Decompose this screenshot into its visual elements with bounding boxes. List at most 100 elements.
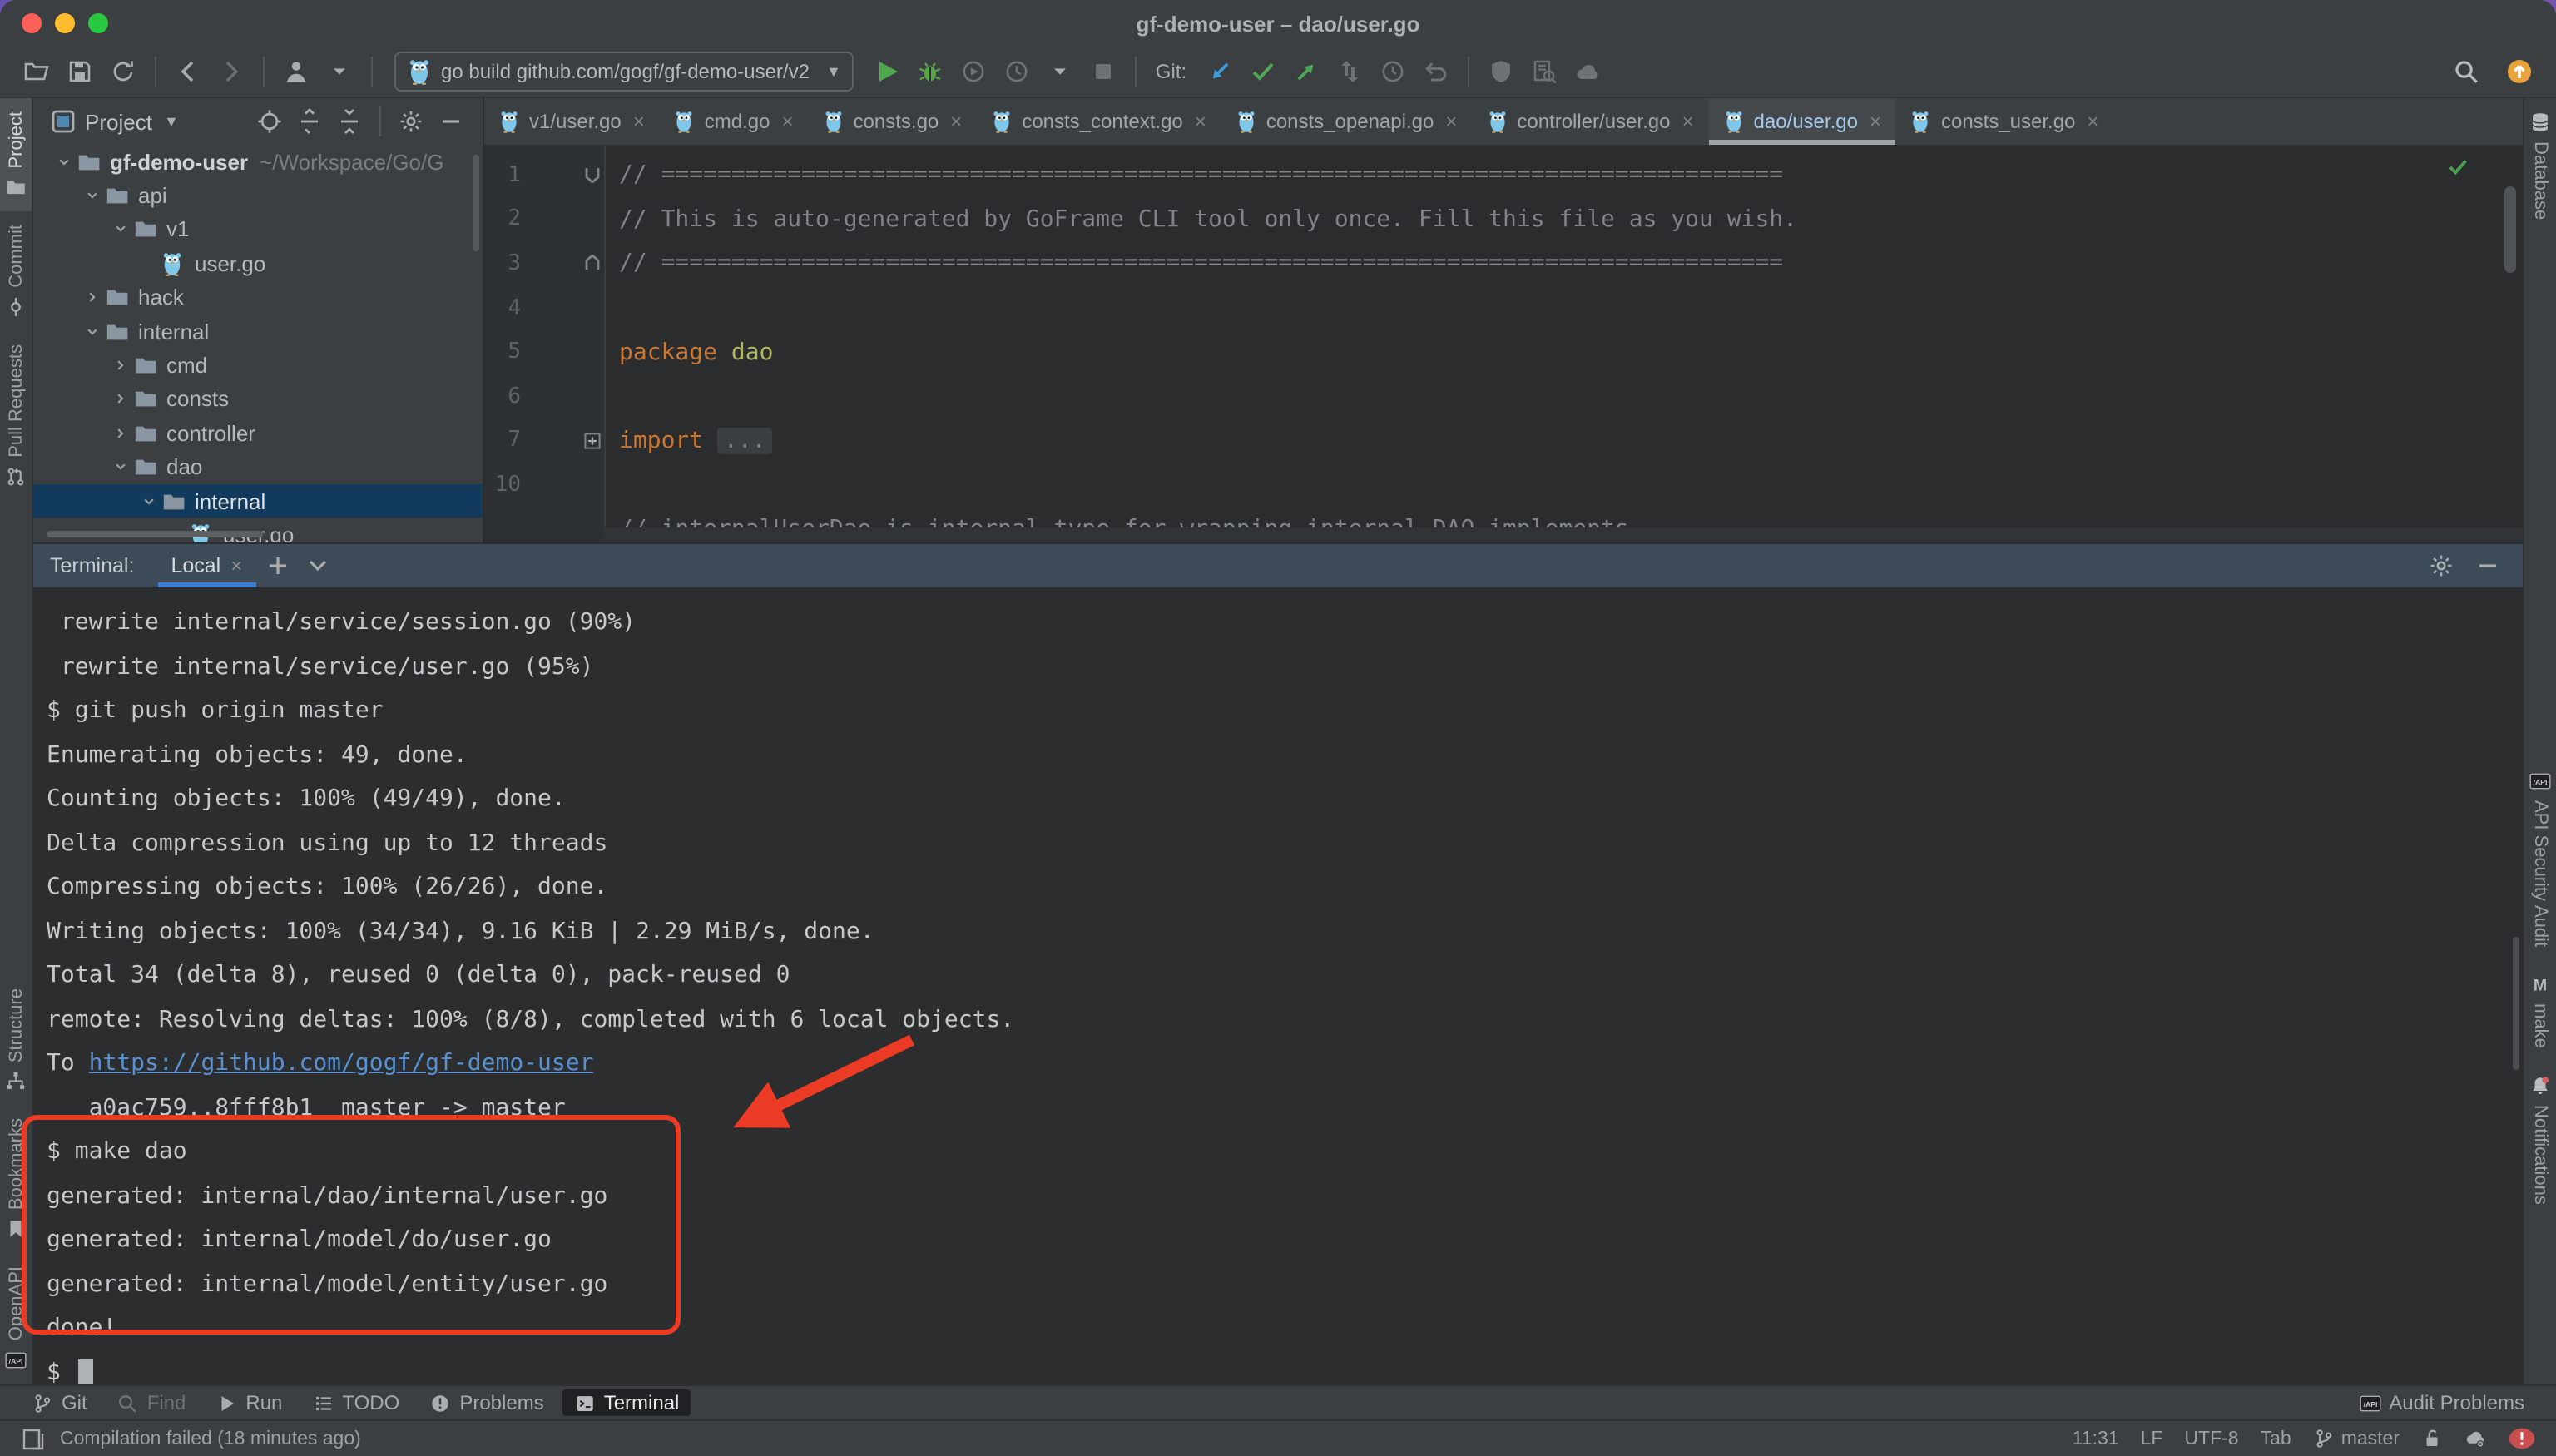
git-commit-button[interactable] <box>1243 52 1283 92</box>
minus-button[interactable] <box>2469 547 2506 584</box>
audit-problems-button[interactable]: /API Audit Problems <box>2347 1389 2536 1416</box>
tool-window-button-structure[interactable]: Structure <box>0 974 32 1105</box>
status-message[interactable]: Compilation failed (18 minutes ago) <box>60 1429 361 1449</box>
status-item-utf-8[interactable]: UTF-8 <box>2184 1429 2238 1449</box>
close-icon[interactable]: × <box>1682 110 1693 133</box>
tool-window-button-project[interactable]: Project <box>0 98 32 212</box>
project-panel-title[interactable]: Project <box>85 109 152 134</box>
tool-window-button-commit[interactable]: Commit <box>0 212 32 332</box>
tree-item-v1[interactable]: v1 <box>33 213 483 247</box>
play-button[interactable] <box>868 52 908 92</box>
coverage-button[interactable] <box>954 52 994 92</box>
close-icon[interactable]: × <box>950 110 962 133</box>
cloud-button[interactable] <box>1568 52 1607 92</box>
collapse-all-button[interactable] <box>331 103 368 140</box>
editor-vertical-scrollbar[interactable] <box>2504 186 2516 273</box>
tool-window-button-git[interactable]: Git <box>20 1389 99 1416</box>
close-icon[interactable]: × <box>782 110 794 133</box>
git-update-button[interactable] <box>1200 52 1240 92</box>
close-icon[interactable]: × <box>1195 110 1206 133</box>
rollback-button[interactable] <box>1416 52 1456 92</box>
chevron-down-icon[interactable]: ▼ <box>164 113 179 130</box>
editor-tab-v1-user-go[interactable]: v1/user.go× <box>484 98 660 145</box>
minus-button[interactable] <box>433 103 469 140</box>
inspections-ok-check-icon[interactable] <box>2446 155 2469 185</box>
error-badge-status-item[interactable] <box>2508 1428 2536 1449</box>
fold-plus-icon[interactable] <box>581 433 604 449</box>
run-configuration-select[interactable]: go build github.com/gogf/gf-demo-user/v2… <box>394 52 854 92</box>
folder-open-button[interactable] <box>17 52 57 92</box>
forward-button[interactable] <box>211 52 251 92</box>
window-layout-icon[interactable] <box>20 1425 47 1452</box>
terminal-vertical-scrollbar[interactable] <box>2513 937 2519 1070</box>
branch-status-item[interactable]: master <box>2313 1428 2400 1449</box>
stop-button[interactable] <box>1084 52 1124 92</box>
bug-button[interactable] <box>911 52 951 92</box>
chevron-down-small-button[interactable] <box>320 52 359 92</box>
gear-button[interactable] <box>2423 547 2459 584</box>
tree-item-user-go[interactable]: user.go <box>33 246 483 280</box>
chevron-down-small-button[interactable] <box>1041 52 1081 92</box>
close-icon[interactable]: × <box>1870 110 1881 133</box>
tree-item-cmd[interactable]: cmd <box>33 349 483 383</box>
editor-tab-consts-go[interactable]: consts.go× <box>809 98 978 145</box>
fold-range-top-icon[interactable] <box>581 167 604 184</box>
tool-window-button-database[interactable]: Database <box>2524 98 2556 233</box>
back-button[interactable] <box>168 52 208 92</box>
tool-window-button-make[interactable]: Mmake <box>2524 960 2556 1062</box>
tool-window-button-bookmarks[interactable]: Bookmarks <box>0 1106 32 1254</box>
search-button[interactable] <box>2446 52 2486 92</box>
close-icon[interactable]: × <box>230 554 242 577</box>
editor-tab-consts-openapi-go[interactable]: consts_openapi.go× <box>1221 98 1473 145</box>
project-vertical-scrollbar[interactable] <box>473 155 479 251</box>
minimize-window-button[interactable] <box>55 13 75 33</box>
chevron-down-button[interactable] <box>299 547 335 584</box>
editor[interactable]: 123456710 // ===========================… <box>484 146 2523 542</box>
expand-all-button[interactable] <box>291 103 328 140</box>
tree-item-internal[interactable]: internal <box>33 314 483 349</box>
update-badge-button[interactable] <box>2499 52 2539 92</box>
status-item-tab[interactable]: Tab <box>2261 1429 2291 1449</box>
sync-button[interactable] <box>103 52 143 92</box>
plus-button[interactable] <box>259 547 295 584</box>
terminal-output[interactable]: rewrite internal/service/session.go (90%… <box>33 587 2523 1384</box>
git-merge-button[interactable] <box>1330 52 1370 92</box>
gear-button[interactable] <box>393 103 429 140</box>
tree-item-consts[interactable]: consts <box>33 382 483 416</box>
tool-window-button-notifications[interactable]: Notifications <box>2524 1062 2556 1218</box>
unlock-status-item[interactable] <box>2421 1428 2443 1449</box>
fullscreen-window-button[interactable] <box>88 13 108 33</box>
editor-tab-cmd-go[interactable]: cmd.go× <box>660 98 809 145</box>
tool-window-button-find[interactable]: Find <box>106 1389 198 1416</box>
editor-tab-dao-user-go[interactable]: dao/user.go× <box>1709 98 1896 145</box>
tree-item-internal[interactable]: internal <box>33 484 483 518</box>
git-push-button[interactable] <box>1286 52 1326 92</box>
close-icon[interactable]: × <box>633 110 645 133</box>
tree-item-controller[interactable]: controller <box>33 416 483 450</box>
tool-window-button-todo[interactable]: TODO <box>300 1389 411 1416</box>
inspect-button[interactable] <box>1524 52 1564 92</box>
history-button[interactable] <box>1373 52 1413 92</box>
close-icon[interactable]: × <box>1445 110 1457 133</box>
tool-window-button-openapi[interactable]: OpenAPI/API <box>0 1254 32 1384</box>
tool-window-button-run[interactable]: Run <box>204 1389 294 1416</box>
close-icon[interactable]: × <box>2087 110 2098 133</box>
tool-window-button-problems[interactable]: Problems <box>418 1389 555 1416</box>
status-item-lf[interactable]: LF <box>2141 1429 2163 1449</box>
user-button[interactable] <box>276 52 316 92</box>
profiler-button[interactable] <box>998 52 1038 92</box>
fold-range-bottom-icon[interactable] <box>581 255 604 272</box>
cloud-gear-status-item[interactable] <box>2464 1428 2486 1449</box>
editor-tab-consts-user-go[interactable]: consts_user.go× <box>1896 98 2113 145</box>
tool-window-button-pull-requests[interactable]: Pull Requests <box>0 331 32 501</box>
terminal-link[interactable]: https://github.com/gogf/gf-demo-user <box>89 1051 594 1077</box>
terminal-tab-local[interactable]: Local × <box>157 544 255 587</box>
close-window-button[interactable] <box>22 13 42 33</box>
locate-button[interactable] <box>251 103 288 140</box>
tool-window-button-terminal[interactable]: Terminal <box>562 1389 691 1416</box>
tool-window-button-api-security-audit[interactable]: /APIAPI Security Audit <box>2524 757 2556 960</box>
save-button[interactable] <box>60 52 100 92</box>
status-item-11-31[interactable]: 11:31 <box>2073 1429 2119 1449</box>
project-horizontal-scrollbar[interactable] <box>47 531 263 537</box>
tab-options-kebab-icon[interactable] <box>2496 98 2523 145</box>
